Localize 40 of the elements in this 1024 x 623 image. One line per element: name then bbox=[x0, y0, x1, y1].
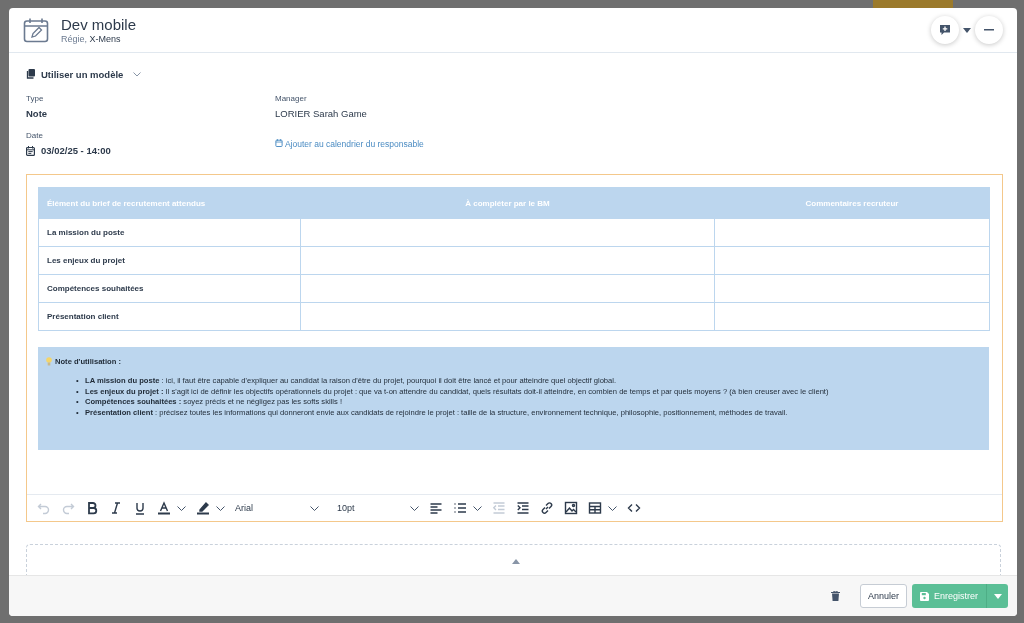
select-value: 10pt bbox=[337, 503, 355, 513]
caret-icon[interactable] bbox=[963, 27, 971, 33]
add-to-calendar-link[interactable]: Ajouter au calendrier du responsable bbox=[275, 138, 1001, 149]
calendar-icon bbox=[26, 145, 35, 156]
caret-icon[interactable] bbox=[177, 505, 186, 511]
cancel-button[interactable]: Annuler bbox=[860, 584, 907, 608]
caret-icon[interactable] bbox=[216, 505, 225, 511]
table-cell: Présentation client bbox=[38, 302, 301, 331]
date-value[interactable]: 03/02/25 - 14:00 bbox=[41, 145, 111, 156]
comment-plus-icon[interactable] bbox=[939, 24, 951, 36]
field-label: Date bbox=[26, 131, 44, 140]
save-options-button[interactable] bbox=[986, 584, 1008, 608]
chevron-down-icon[interactable] bbox=[310, 505, 319, 511]
calendar-edit-icon bbox=[23, 17, 49, 43]
table-cell: La mission du poste bbox=[38, 218, 301, 247]
table-cell: Compétences souhaitées bbox=[38, 274, 301, 303]
table-cell: Les enjeux du projet bbox=[38, 246, 301, 275]
select-value: Arial bbox=[235, 503, 253, 513]
caret-icon[interactable] bbox=[473, 505, 482, 511]
field-value: Note bbox=[26, 108, 49, 119]
minus-icon[interactable] bbox=[984, 29, 994, 31]
column-header: Élément du brief de recrutement attendus bbox=[38, 187, 301, 219]
column-header: À compléter par le BM bbox=[300, 187, 715, 219]
field-label: Type bbox=[26, 94, 45, 103]
lightbulb-icon bbox=[46, 357, 52, 366]
add-comment-button[interactable] bbox=[931, 16, 959, 44]
template-dropdown[interactable]: Utiliser un modèle bbox=[41, 68, 124, 80]
chevron-down-icon[interactable] bbox=[410, 505, 419, 511]
caret-icon[interactable] bbox=[608, 505, 617, 511]
caret-up-icon[interactable] bbox=[512, 559, 520, 564]
column-header: Commentaires recruteur bbox=[714, 187, 990, 219]
modal-title: Dev mobile bbox=[61, 16, 138, 33]
font-select[interactable]: Arial bbox=[231, 498, 323, 518]
field-label: Manager bbox=[275, 94, 308, 103]
copy-icon bbox=[26, 69, 35, 79]
modal-subtitle: Régie, X-Mens bbox=[61, 34, 122, 44]
trash-icon[interactable] bbox=[831, 591, 840, 601]
calendar-icon bbox=[275, 138, 283, 147]
field-value: LORIER Sarah Game bbox=[275, 108, 368, 119]
font-size-select[interactable]: 10pt bbox=[333, 498, 423, 518]
